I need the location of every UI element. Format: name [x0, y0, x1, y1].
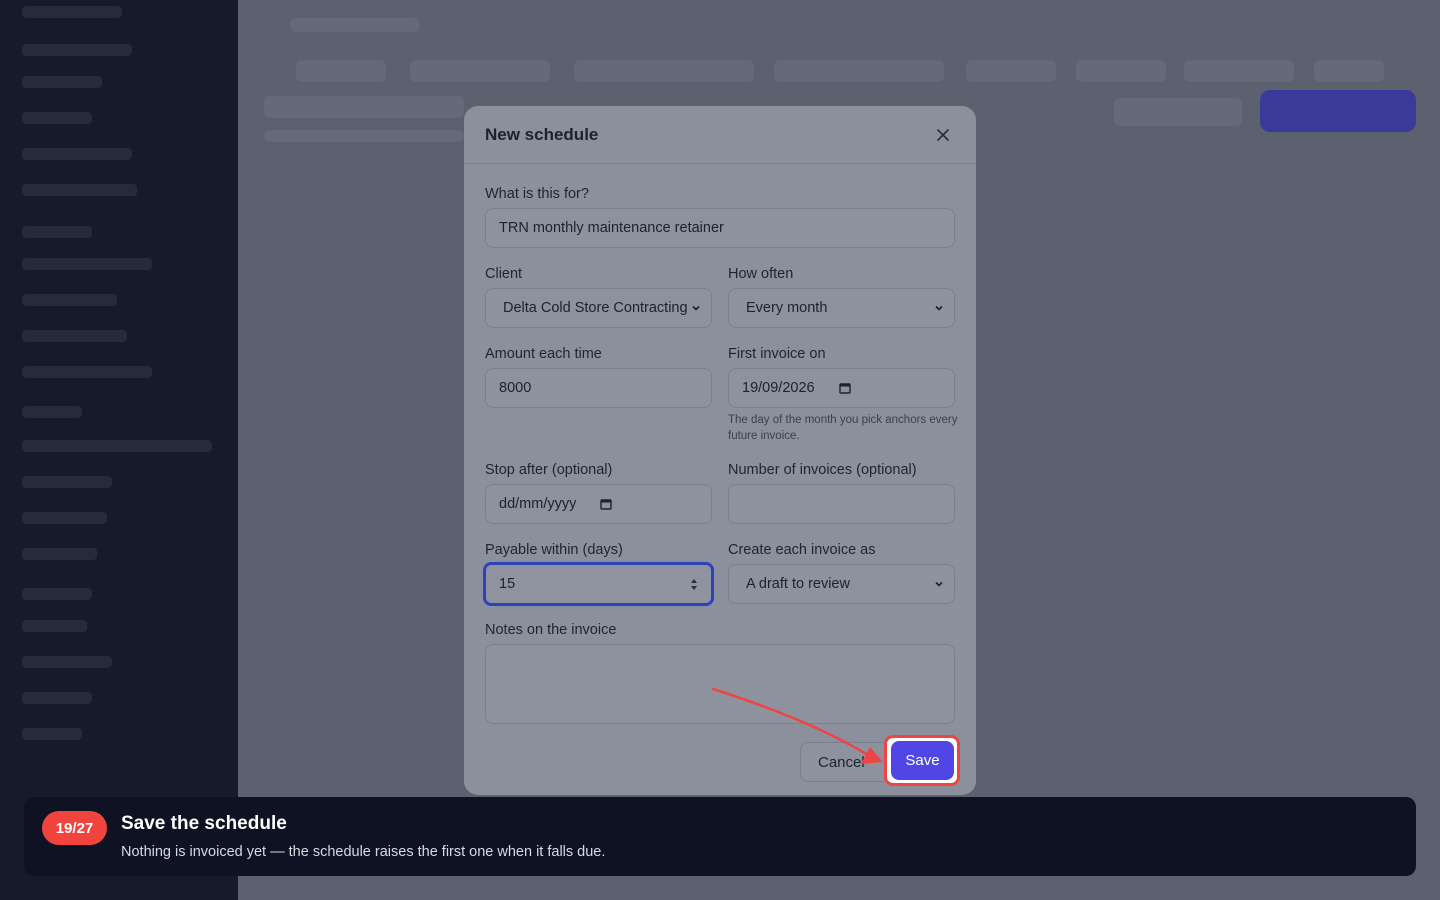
sidebar-placeholder	[22, 44, 132, 56]
sidebar-placeholder	[22, 294, 117, 306]
client-select[interactable]: Delta Cold Store Contracting	[485, 288, 712, 328]
sidebar-placeholder	[22, 184, 137, 196]
spinner-up-icon[interactable]	[690, 578, 698, 584]
sidebar-placeholder	[22, 548, 97, 560]
tab-placeholder	[1184, 60, 1294, 82]
tour-description: Nothing is invoiced yet — the schedule r…	[121, 844, 606, 860]
frequency-label: How often	[728, 266, 794, 282]
sidebar-placeholder	[22, 440, 212, 452]
first-invoice-value: 19/09/2026	[742, 380, 815, 396]
sidebar-placeholder	[22, 512, 107, 524]
frequency-value: Every month	[746, 300, 828, 316]
client-value: Delta Cold Store Contracting	[503, 300, 688, 316]
tour-title: Save the schedule	[121, 813, 287, 834]
invoice-count-label: Number of invoices (optional)	[728, 462, 917, 478]
first-invoice-hint: The day of the month you pick anchors ev…	[728, 414, 958, 442]
first-invoice-date-input[interactable]: 19/09/2026	[728, 368, 955, 408]
chevron-down-icon	[692, 305, 700, 311]
payable-within-input[interactable]: 15	[483, 562, 714, 606]
sidebar-placeholder	[22, 6, 122, 18]
primary-button-placeholder	[1260, 90, 1416, 132]
tab-placeholder	[296, 60, 386, 82]
pointer-arrow-icon	[711, 687, 883, 764]
first-invoice-label: First invoice on	[728, 346, 826, 362]
purpose-label: What is this for?	[485, 186, 589, 202]
spinner-down-icon[interactable]	[690, 585, 698, 591]
number-spinner[interactable]	[690, 578, 698, 591]
stop-after-date-input[interactable]: dd/mm/yyyy	[485, 484, 712, 524]
sidebar-placeholder	[22, 330, 127, 342]
sidebar-placeholder	[22, 366, 152, 378]
amount-label: Amount each time	[485, 346, 602, 362]
background-sidebar	[0, 0, 238, 900]
tab-placeholder	[1314, 60, 1384, 82]
subtitle-placeholder	[264, 130, 464, 142]
payable-within-label: Payable within (days)	[485, 542, 623, 558]
save-label: Save	[905, 752, 940, 769]
save-button[interactable]: Save	[891, 741, 954, 780]
payable-within-value: 15	[499, 576, 516, 592]
sidebar-placeholder	[22, 728, 82, 740]
create-as-label: Create each invoice as	[728, 542, 876, 558]
purpose-input[interactable]: TRN monthly maintenance retainer	[485, 208, 955, 248]
sidebar-placeholder	[22, 476, 112, 488]
tab-placeholder	[1076, 60, 1166, 82]
calendar-icon[interactable]	[838, 382, 851, 394]
sidebar-placeholder	[22, 112, 92, 124]
create-as-select[interactable]: A draft to review	[728, 564, 955, 604]
close-icon	[937, 128, 949, 141]
stop-after-value: dd/mm/yyyy	[499, 496, 577, 512]
modal-header: New schedule	[464, 106, 976, 164]
sidebar-placeholder	[22, 588, 92, 600]
sidebar-placeholder	[22, 148, 132, 160]
tab-placeholder	[774, 60, 944, 82]
breadcrumb-placeholder	[290, 18, 420, 32]
sidebar-placeholder	[22, 656, 112, 668]
sidebar-placeholder	[22, 226, 92, 238]
client-label: Client	[485, 266, 523, 282]
chevron-down-icon	[935, 305, 943, 311]
sidebar-placeholder	[22, 406, 82, 418]
tab-placeholder	[574, 60, 754, 82]
sidebar-placeholder	[22, 76, 102, 88]
invoice-count-input[interactable]	[728, 484, 955, 524]
calendar-icon[interactable]	[600, 498, 613, 510]
sidebar-placeholder	[22, 258, 152, 270]
frequency-select[interactable]: Every month	[728, 288, 955, 328]
tour-step-bar: 19/27 Save the schedule Nothing is invoi…	[24, 797, 1416, 876]
chevron-down-icon	[935, 581, 943, 587]
stop-after-label: Stop after (optional)	[485, 462, 613, 478]
tab-placeholder	[966, 60, 1056, 82]
sidebar-placeholder	[22, 692, 92, 704]
amount-value: 8000	[499, 380, 532, 396]
page-title-placeholder	[264, 96, 464, 118]
purpose-value: TRN monthly maintenance retainer	[499, 220, 724, 236]
amount-input[interactable]: 8000	[485, 368, 712, 408]
notes-label: Notes on the invoice	[485, 622, 617, 638]
modal-title: New schedule	[485, 124, 599, 144]
secondary-button-placeholder	[1114, 98, 1242, 126]
create-as-value: A draft to review	[746, 576, 850, 592]
sidebar-placeholder	[22, 620, 87, 632]
tab-placeholder	[410, 60, 550, 82]
close-button[interactable]	[931, 123, 955, 147]
step-counter-badge: 19/27	[42, 811, 107, 845]
